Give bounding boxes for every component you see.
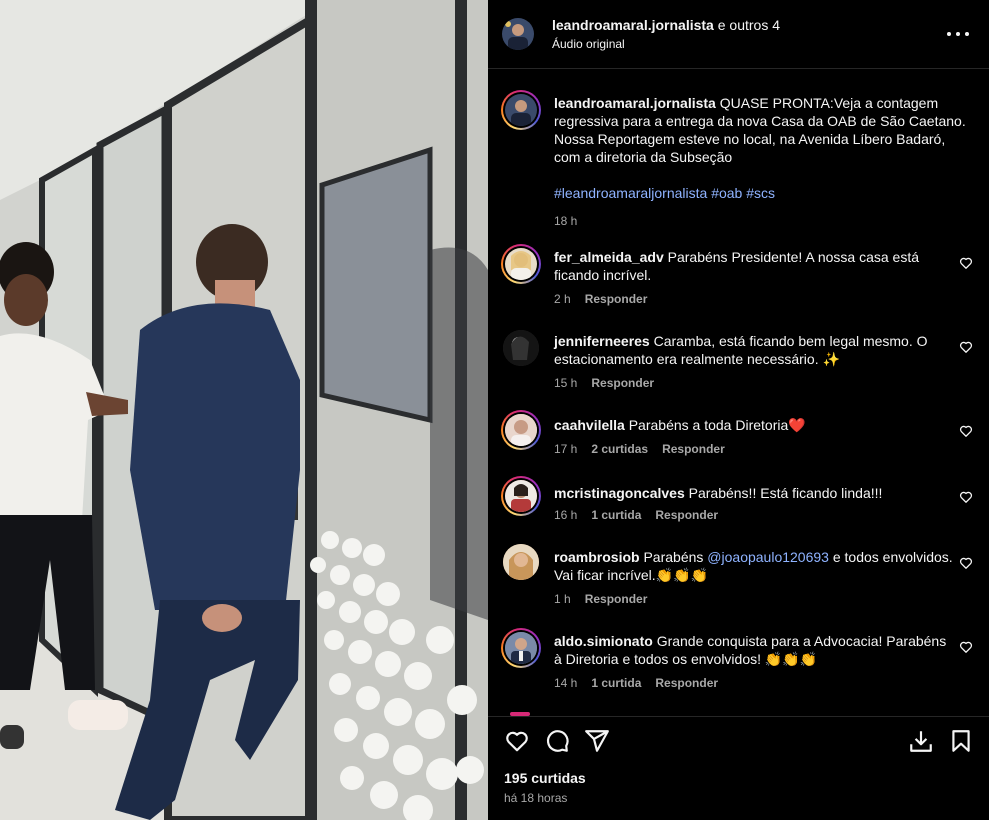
commenter-avatar[interactable] <box>503 544 539 580</box>
comment-username[interactable]: caahvilella <box>554 417 625 433</box>
caption-timestamp: 18 h <box>554 214 578 228</box>
author-username[interactable]: leandroamaral.jornalista <box>552 17 714 33</box>
download-icon[interactable] <box>908 728 934 754</box>
action-bar <box>488 716 989 768</box>
caption-username[interactable]: leandroamaral.jornalista <box>554 95 716 111</box>
comment-time: 15 h <box>554 376 578 390</box>
comment-like-heart-icon[interactable] <box>959 424 973 438</box>
commenter-avatar[interactable] <box>501 476 541 516</box>
comments-feed[interactable]: leandroamaral.jornalista QUASE PRONTA:Ve… <box>488 76 989 716</box>
comment-username[interactable]: aldo.simionato <box>554 633 653 649</box>
comment-like-heart-icon[interactable] <box>959 556 973 570</box>
caption-hashtags[interactable]: #leandroamaraljornalista #oab #scs <box>554 184 974 202</box>
post-panel: leandroamaral.jornalista e outros 4 Áudi… <box>488 0 989 820</box>
comment-likes[interactable]: 2 curtidas <box>591 442 648 456</box>
more-options-icon[interactable] <box>947 25 969 43</box>
commenter-avatar[interactable] <box>501 244 541 284</box>
comment-username[interactable]: fer_almeida_adv <box>554 249 664 265</box>
comment-icon[interactable] <box>544 728 570 754</box>
commenter-avatar[interactable] <box>501 628 541 668</box>
comment-username[interactable]: jenniferneeres <box>554 333 650 349</box>
reply-link[interactable]: Responder <box>662 442 725 456</box>
audio-link[interactable]: Áudio original <box>552 36 780 52</box>
coauthors-link[interactable]: e outros 4 <box>718 17 780 33</box>
post-age: há 18 horas <box>504 791 568 805</box>
reply-link[interactable]: Responder <box>655 508 718 522</box>
commenter-avatar[interactable] <box>501 410 541 450</box>
header-divider <box>488 68 989 69</box>
reply-link[interactable]: Responder <box>585 292 648 306</box>
comment-likes[interactable]: 1 curtida <box>591 676 641 690</box>
comment-like-heart-icon[interactable] <box>959 256 973 270</box>
bookmark-icon[interactable] <box>948 728 974 754</box>
comment-likes[interactable]: 1 curtida <box>591 508 641 522</box>
caption-author-avatar[interactable] <box>501 90 541 130</box>
comment-time: 14 h <box>554 676 578 690</box>
comment-username[interactable]: mcristinagoncalves <box>554 485 685 501</box>
comment-like-heart-icon[interactable] <box>959 640 973 654</box>
commenter-avatar[interactable] <box>503 330 539 366</box>
likes-count[interactable]: 195 curtidas <box>504 770 586 786</box>
comment-time: 1 h <box>554 592 571 606</box>
video-frame <box>0 0 488 820</box>
like-heart-icon[interactable] <box>504 728 530 754</box>
author-avatar[interactable] <box>502 18 534 50</box>
comment-text: Parabéns a toda Diretoria❤️ <box>628 417 806 433</box>
comment-text: Parabéns!! Está ficando linda!!! <box>688 485 883 501</box>
comment-like-heart-icon[interactable] <box>959 340 973 354</box>
comment-time: 16 h <box>554 508 578 522</box>
reply-link[interactable]: Responder <box>591 376 654 390</box>
comment-username[interactable]: roambrosiob <box>554 549 640 565</box>
post-caption: leandroamaral.jornalista QUASE PRONTA:Ve… <box>554 94 974 230</box>
video-player[interactable] <box>0 0 488 820</box>
share-icon[interactable] <box>584 728 610 754</box>
comment-like-heart-icon[interactable] <box>959 490 973 504</box>
comment-time: 2 h <box>554 292 571 306</box>
reply-link[interactable]: Responder <box>655 676 718 690</box>
comment-text-before: Parabéns <box>643 549 708 565</box>
comment-time: 17 h <box>554 442 578 456</box>
comment-mention-link[interactable]: @joaopaulo120693 <box>707 549 829 565</box>
post-header: leandroamaral.jornalista e outros 4 Áudi… <box>488 0 989 68</box>
reply-link[interactable]: Responder <box>585 592 648 606</box>
